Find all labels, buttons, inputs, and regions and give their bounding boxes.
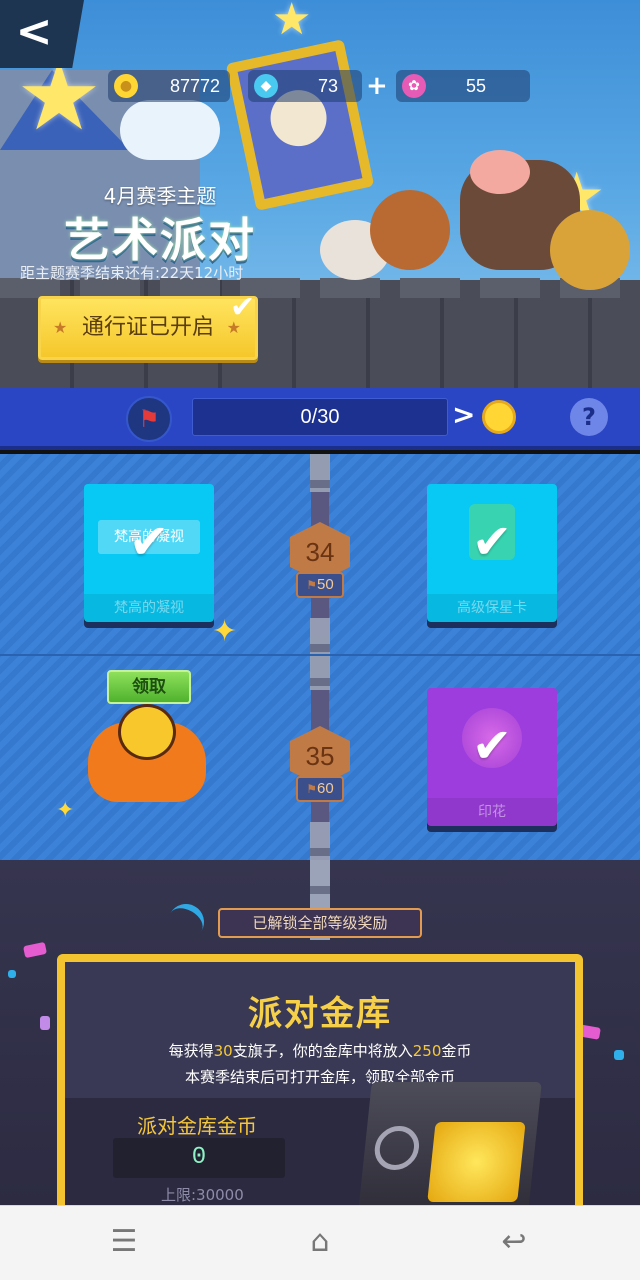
row-divider <box>0 654 640 656</box>
coin-reward-icon[interactable] <box>482 400 516 434</box>
back-button[interactable]: < <box>0 0 84 68</box>
level-flag-requirement: ⚑50 <box>296 572 344 598</box>
check-icon: ✔ <box>471 514 513 570</box>
vault-description-line1: 每获得30支旗子，你的金库中将放入250金币 <box>65 1040 575 1061</box>
vault-coins-amount: 0 <box>113 1138 285 1178</box>
lion-character <box>550 210 630 290</box>
coin-balance: ● 87772 <box>108 70 230 102</box>
characters-illustration <box>310 140 640 290</box>
check-icon: ✔ <box>128 514 170 570</box>
vault-desc-flags: 30 <box>213 1042 233 1060</box>
swoosh-decoration <box>161 897 211 947</box>
home-icon[interactable]: ⌂ <box>300 1224 340 1260</box>
flag-progress-bar: ⚑ 0/30 > ? <box>0 388 640 450</box>
reward-label: 高级保星卡 <box>427 594 557 622</box>
confetti-decoration <box>8 970 16 978</box>
level-flag-requirement: ⚑60 <box>296 776 344 802</box>
star-decoration-icon: ★ <box>272 0 312 45</box>
vault-desc-text: 每获得 <box>168 1042 214 1060</box>
vault-coins-limit: 上限:30000 <box>161 1186 244 1204</box>
progress-track: 0/30 <box>192 398 448 436</box>
coin-icon: ● <box>114 74 138 98</box>
cookie-character <box>370 190 450 270</box>
stamp-value: 55 <box>465 76 486 96</box>
chicken-head <box>118 704 176 760</box>
pass-activated-button[interactable]: ★ 通行证已开启 ★ <box>38 296 258 360</box>
check-icon: ✔ <box>471 718 513 774</box>
party-vault-panel: 派对金库 每获得30支旗子，你的金库中将放入250金币 本赛季结束后可打开金库，… <box>57 954 583 1218</box>
season-countdown: 距主题赛季结束还有:22天12小时 <box>20 264 244 282</box>
confetti-decoration <box>22 941 48 959</box>
reward-label: 印花 <box>427 798 557 826</box>
gem-value: 73 <box>317 76 338 96</box>
help-button[interactable]: ? <box>570 398 608 436</box>
progress-text: 0/30 <box>300 406 340 428</box>
chevron-right-icon: > <box>452 398 476 431</box>
check-icon: ✔ <box>230 290 256 325</box>
flag-requirement-value: 60 <box>317 780 334 797</box>
gem-balance: ◆ 73 <box>248 70 362 102</box>
vault-coins-area: 派对金库金币 0 上限:30000 <box>65 1082 575 1218</box>
flag-icon: ⚑ <box>306 782 318 796</box>
vault-desc-text: 支旗子，你的金库中将放入 <box>232 1042 413 1060</box>
reward-card-stamp[interactable]: ✔ 印花 <box>427 688 557 826</box>
pass-button-label: 通行证已开启 <box>81 315 214 340</box>
chicken-reward-illustration[interactable] <box>88 698 208 808</box>
safe-icon[interactable] <box>358 1082 542 1212</box>
pig-face <box>470 150 530 194</box>
safe-dial <box>372 1126 422 1170</box>
season-title: 艺术派对 <box>64 213 256 267</box>
add-gems-button[interactable]: + <box>366 70 388 102</box>
reward-card-van-gogh-gaze[interactable]: 梵高的凝视 ✔ 梵高的凝视 <box>84 484 214 622</box>
chain-icon <box>310 454 330 492</box>
flag-icon: ⚑ <box>306 578 318 592</box>
coin-value: 87772 <box>169 76 220 96</box>
cloud-illustration <box>120 100 220 160</box>
chain-icon <box>310 822 330 860</box>
sparkle-icon: ✦ <box>212 614 238 649</box>
confetti-decoration <box>614 1050 624 1060</box>
gold-coins-pile <box>427 1122 526 1202</box>
menu-icon[interactable]: ☰ <box>104 1224 144 1260</box>
reward-card-star-protect[interactable]: ✔ 高级保星卡 <box>427 484 557 622</box>
party-vault-section: 已解锁全部等级奖励 派对金库 每获得30支旗子，你的金库中将放入250金币 本赛… <box>0 860 640 1218</box>
reward-label: 梵高的凝视 <box>84 594 214 622</box>
flag-requirement-value: 50 <box>317 576 334 593</box>
vault-coins-label: 派对金库金币 <box>137 1114 257 1138</box>
stamp-balance: ✿ 55 <box>396 70 530 102</box>
back-nav-icon[interactable]: ↩ <box>494 1224 534 1260</box>
lotus-icon: ✿ <box>402 74 426 98</box>
diamond-icon: ◆ <box>254 74 278 98</box>
season-header: ★ ★ ★ < ● 87772 ◆ 73 + ✿ 55 4月赛季主题 艺术派对 … <box>0 0 640 388</box>
vault-title: 派对金库 <box>248 994 392 1034</box>
vault-desc-coins: 250 <box>412 1042 442 1060</box>
system-navigation-bar: ☰ ⌂ ↩ <box>0 1205 640 1280</box>
flag-icon: ⚑ <box>126 396 172 442</box>
vault-desc-text: 金币 <box>441 1042 472 1060</box>
reward-track[interactable]: 梵高的凝视 ✔ 梵高的凝视 34 ⚑50 ✔ 高级保星卡 ✦ 领取 ✦ 35 ⚑… <box>0 454 640 860</box>
claim-button[interactable]: 领取 <box>107 670 191 704</box>
confetti-decoration <box>40 1016 50 1030</box>
star-icon: ★ <box>53 318 68 337</box>
all-rewards-unlocked-badge: 已解锁全部等级奖励 <box>218 908 422 938</box>
sparkle-icon: ✦ <box>56 798 75 823</box>
